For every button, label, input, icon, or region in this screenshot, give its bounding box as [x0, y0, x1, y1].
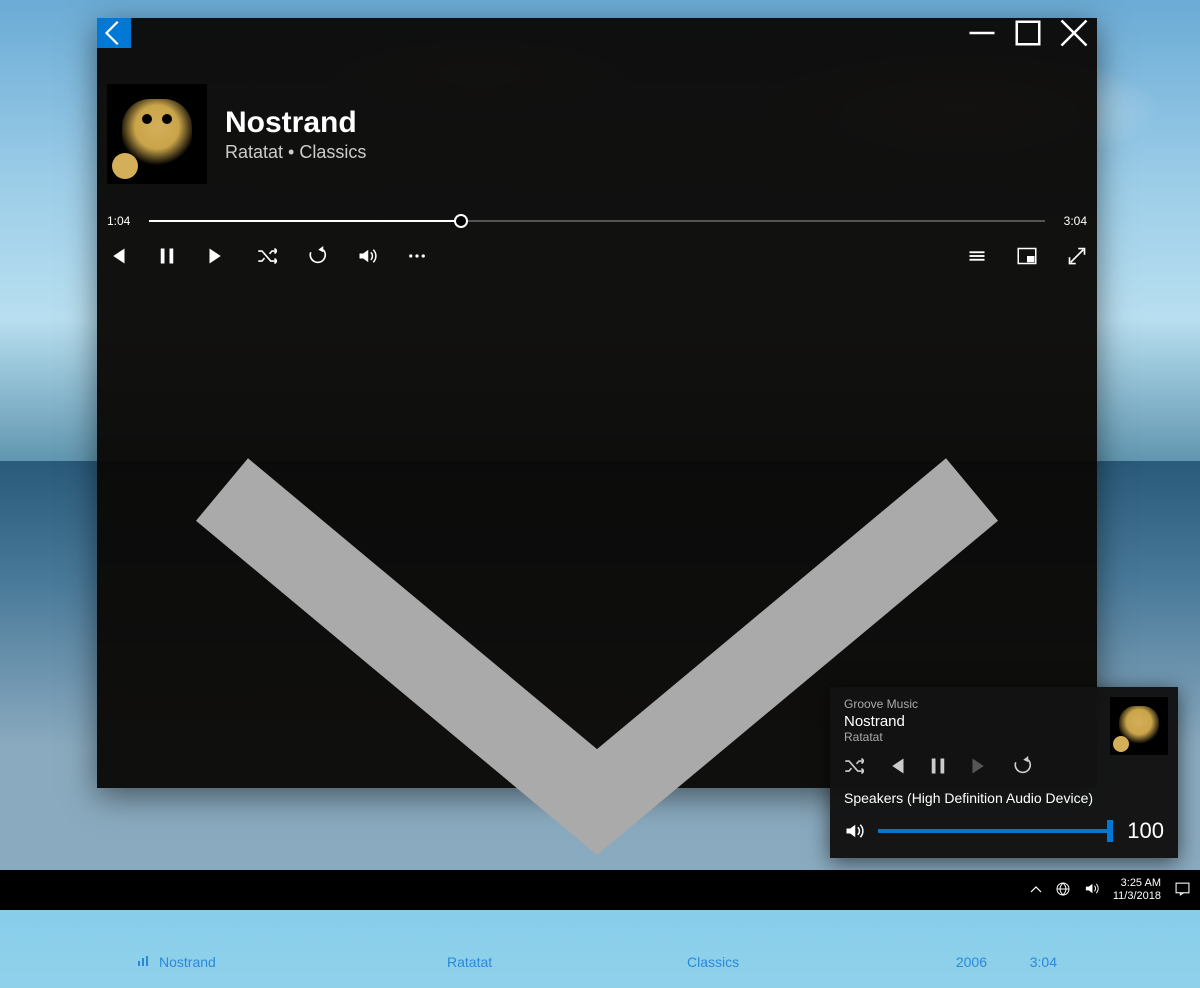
flyout-shuffle-button[interactable] [844, 756, 864, 776]
volume-value: 100 [1124, 818, 1164, 844]
shuffle-button[interactable] [257, 246, 277, 266]
volume-media-flyout: Groove Music Nostrand Ratatat Speakers (… [830, 687, 1178, 858]
repeat-button[interactable] [307, 246, 327, 266]
clock[interactable]: 3:25 AM 11/3/2018 [1113, 877, 1161, 903]
track-subtitle: Ratatat • Classics [225, 142, 366, 163]
system-tray: 3:25 AM 11/3/2018 [1030, 877, 1190, 903]
now-playing-header: Nostrand Ratatat • Classics [97, 48, 1097, 204]
flyout-previous-button[interactable] [886, 756, 906, 776]
progress-row: 1:04 3:04 [97, 214, 1097, 228]
queue-year: 2006 [907, 954, 987, 970]
titlebar [97, 18, 1097, 48]
album-art[interactable] [107, 84, 207, 184]
queue-title: Nostrand [159, 954, 216, 970]
flyout-pause-button[interactable] [928, 756, 948, 776]
network-icon[interactable] [1056, 882, 1070, 899]
volume-slider[interactable] [878, 830, 1110, 832]
next-button[interactable] [207, 246, 227, 266]
total-time: 3:04 [1057, 214, 1087, 228]
time-text: 3:25 AM [1113, 877, 1161, 890]
mini-player-button[interactable] [1017, 246, 1037, 266]
tray-overflow-icon[interactable] [1030, 883, 1042, 897]
seek-bar[interactable] [149, 220, 1045, 222]
audio-device-name[interactable]: Speakers (High Definition Audio Device) [844, 790, 1164, 806]
volume-row: 100 [844, 818, 1164, 844]
volume-button[interactable] [357, 246, 377, 266]
groove-music-window: Nostrand Ratatat • Classics 1:04 3:04 [97, 18, 1097, 788]
close-button[interactable] [1051, 18, 1097, 48]
maximize-button[interactable] [1005, 18, 1051, 48]
now-playing-indicator-icon [137, 954, 149, 970]
minimize-button[interactable] [959, 18, 1005, 48]
fullscreen-button[interactable] [1067, 246, 1087, 266]
track-title: Nostrand [225, 106, 366, 140]
previous-button[interactable] [107, 246, 127, 266]
queue-artist: Ratatat [447, 954, 667, 970]
flyout-repeat-button[interactable] [1012, 756, 1032, 776]
flyout-next-button[interactable] [970, 756, 990, 776]
queue-duration: 3:04 [1007, 954, 1057, 970]
now-playing-list-button[interactable] [967, 246, 987, 266]
action-center-icon[interactable] [1175, 881, 1190, 899]
more-button[interactable] [407, 246, 427, 266]
pause-button[interactable] [157, 246, 177, 266]
elapsed-time: 1:04 [107, 214, 137, 228]
taskbar[interactable]: 3:25 AM 11/3/2018 [0, 870, 1200, 910]
back-button[interactable] [97, 18, 131, 48]
transport-controls [97, 228, 1097, 284]
queue-row[interactable]: Nostrand Ratatat Classics 2006 3:04 [137, 946, 1057, 978]
queue-album: Classics [687, 954, 887, 970]
volume-icon[interactable] [844, 821, 864, 841]
tray-volume-icon[interactable] [1084, 881, 1099, 899]
date-text: 11/3/2018 [1113, 890, 1161, 903]
play-queue: Nostrand Ratatat Classics 2006 3:04 [97, 936, 1097, 988]
flyout-controls [844, 756, 1164, 776]
flyout-album-art[interactable] [1110, 697, 1168, 755]
